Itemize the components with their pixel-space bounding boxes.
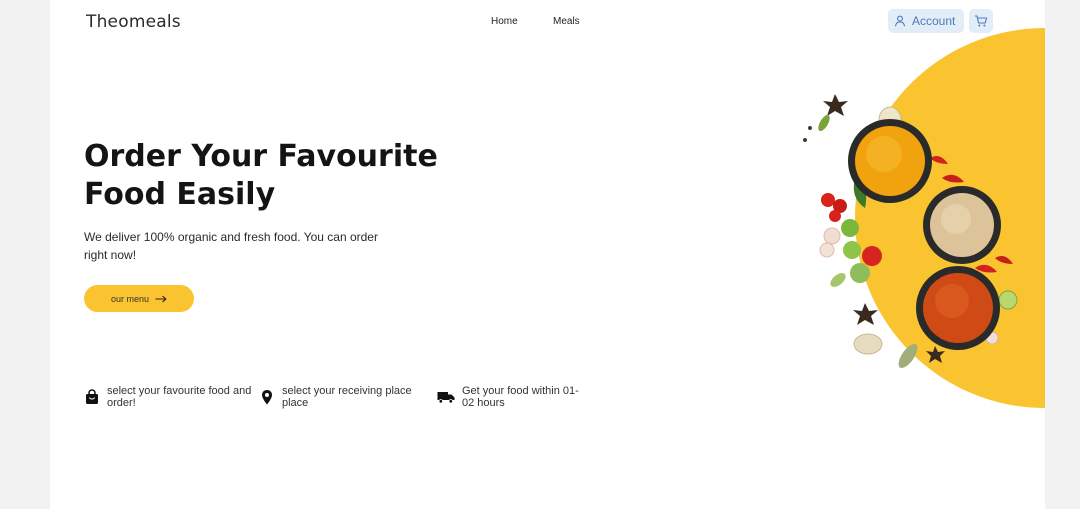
headline-line-1: Order Your Favourite xyxy=(84,139,438,174)
user-icon xyxy=(894,15,906,27)
logo[interactable]: Theomeals xyxy=(86,12,181,32)
chili-powder-bowl xyxy=(916,266,1000,350)
hero-food-illustration xyxy=(780,28,1045,408)
turmeric-bowl xyxy=(848,119,932,203)
ginger-powder-bowl xyxy=(923,186,1001,264)
nav-meals-link[interactable]: Meals xyxy=(553,16,580,27)
feature-place: select your receiving place place xyxy=(259,385,432,409)
feature-delivery: Get your food within 01-02 hours xyxy=(437,385,582,409)
landing-page: Theomeals Home Meals Account Order Your … xyxy=(50,0,1045,509)
hero-subtext: We deliver 100% organic and fresh food. … xyxy=(84,230,378,262)
arrow-right-icon xyxy=(155,295,167,303)
cart-icon xyxy=(974,14,988,28)
feature-order-text: select your favourite food and order! xyxy=(107,385,252,409)
truck-icon xyxy=(437,388,455,406)
feature-delivery-text: Get your food within 01-02 hours xyxy=(462,385,579,409)
account-label: Account xyxy=(912,14,956,28)
location-pin-icon xyxy=(259,388,275,406)
headline-line-2: Food Easily xyxy=(84,177,276,212)
hero-headline: Order Your Favourite Food Easily xyxy=(84,138,444,214)
our-menu-button[interactable]: our menu xyxy=(84,285,194,312)
feature-place-text: select your receiving place place xyxy=(282,385,412,409)
our-menu-label: our menu xyxy=(110,293,150,304)
shopping-bag-icon xyxy=(84,388,100,406)
food-image xyxy=(803,28,1045,408)
nav-home-link[interactable]: Home xyxy=(491,16,518,27)
feature-order: select your favourite food and order! xyxy=(84,385,257,409)
